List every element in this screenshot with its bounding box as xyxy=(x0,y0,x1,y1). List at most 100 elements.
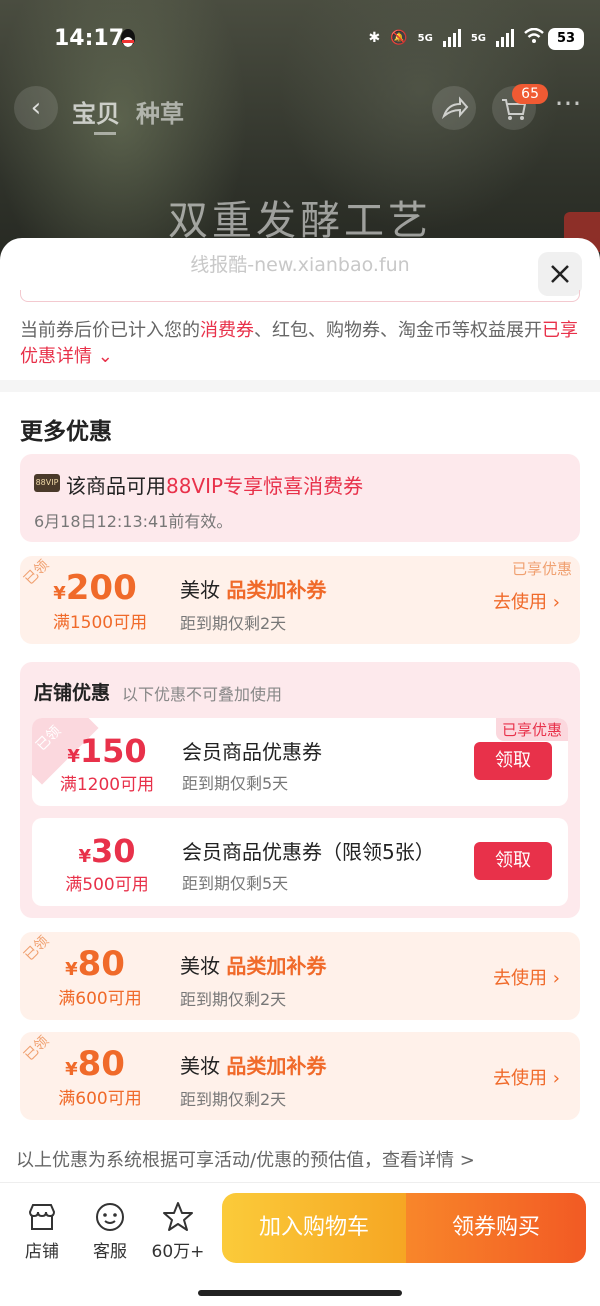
status-bar: 14:17 ✱ 🔕 5G 5G 53 xyxy=(0,22,600,58)
amount-value: 30 xyxy=(91,832,136,870)
coupon-amount: ¥200 xyxy=(20,568,170,608)
cart-badge: 65 xyxy=(512,84,548,104)
wifi-icon xyxy=(524,27,544,48)
price-notice: 当前券后价已计入您的消费券、红包、购物券、淘金币等权益展开已享优惠详情 ⌄ xyxy=(20,318,580,370)
coupon-condition: 满500可用 xyxy=(65,875,149,895)
category-coupon-card[interactable]: 已领 已享优惠 ¥200 满1500可用 美妆 品类加补券 距到期仅剩2天 去使… xyxy=(20,556,580,644)
vip-badge-icon: 88VIP xyxy=(34,474,60,492)
coupon-name-accent: 品类加补券 xyxy=(226,1054,327,1078)
category-coupon-card[interactable]: 已领 ¥80 满600可用 美妆 品类加补券 距到期仅剩2天 去使用 › xyxy=(20,1032,580,1120)
section-divider xyxy=(0,380,600,392)
tab-grass[interactable]: 种草 xyxy=(136,94,184,129)
coupon-expiry: 距到期仅剩2天 xyxy=(180,990,287,1009)
notice-text: 当前券后价已计入您的 xyxy=(20,320,200,341)
previous-card-edge xyxy=(20,290,580,302)
chevron-left-icon: ‹ xyxy=(30,93,42,123)
signal-icon xyxy=(442,29,461,47)
chevron-right-icon: › xyxy=(552,968,560,989)
tab-item[interactable]: 宝贝 xyxy=(72,94,120,135)
coupon-sheet: 线报酷-new.xianbao.fun 当前券后价已计入您的消费券、红包、购物券… xyxy=(0,238,600,1306)
coupon-expiry: 距到期仅剩5天 xyxy=(182,774,289,793)
customer-service-button[interactable]: 客服 xyxy=(80,1199,140,1262)
status-time: 14:17 xyxy=(54,26,125,51)
yen-symbol: ¥ xyxy=(65,1059,78,1080)
home-indicator xyxy=(198,1290,402,1296)
signal-icon-2 xyxy=(496,29,514,47)
coupon-condition: 满1200可用 xyxy=(59,775,155,795)
coupon-name: 会员商品优惠券 xyxy=(182,740,322,764)
back-button[interactable]: ‹ xyxy=(14,86,58,130)
coupon-amount: ¥80 xyxy=(20,944,170,984)
coupon-amount: ¥150 xyxy=(32,732,182,770)
vip-title-highlight: 88VIP专享惊喜消费券 xyxy=(166,474,364,498)
member-coupon-card[interactable]: 已领 已享优惠 ¥150 满1200可用 会员商品优惠券 距到期仅剩5天 领取 xyxy=(32,718,568,806)
use-label: 去使用 xyxy=(493,1068,548,1089)
signal-5g-label: 5G xyxy=(417,32,433,44)
chevron-right-icon: › xyxy=(552,1068,560,1089)
claim-button[interactable]: 领取 xyxy=(474,842,552,880)
coupon-name: 美妆 品类加补券 xyxy=(180,1050,326,1079)
chevron-down-icon: ⌄ xyxy=(97,346,113,367)
vip-title-prefix: 该商品可用 xyxy=(66,474,166,498)
favorite-count: 60万+ xyxy=(151,1242,205,1262)
claim-button[interactable]: 领取 xyxy=(474,742,552,780)
section-title: 更多优惠 xyxy=(20,419,112,445)
favorite-button[interactable]: 60万+ xyxy=(148,1199,208,1262)
use-coupon-button[interactable]: 去使用 › xyxy=(493,1064,560,1090)
vip-expiry: 6月18日12:13:41前有效。 xyxy=(34,512,233,531)
coupon-name-accent: 品类加补券 xyxy=(226,954,327,978)
share-button[interactable] xyxy=(432,86,476,130)
signal-5g-label-2: 5G xyxy=(470,32,486,44)
bluetooth-icon: ✱ xyxy=(368,30,381,46)
store-discounts: 店铺优惠 以下优惠不可叠加使用 已领 已享优惠 ¥150 满1200可用 会员商… xyxy=(20,662,580,918)
notice-text-2: 、红包、购物券、淘金币等权益展开 xyxy=(254,320,542,341)
coupon-name-prefix: 美妆 xyxy=(180,1054,220,1078)
amount-value: 80 xyxy=(77,1044,125,1084)
use-coupon-button[interactable]: 去使用 › xyxy=(493,964,560,990)
member-coupon-card-limited[interactable]: ¥30 满500可用 会员商品优惠券（限领5张） 距到期仅剩5天 领取 xyxy=(32,818,568,906)
amount-value: 80 xyxy=(77,944,125,984)
more-icon: ··· xyxy=(554,87,582,120)
claim-and-buy-button[interactable]: 领券购买 xyxy=(406,1193,586,1263)
coupon-name-prefix: 美妆 xyxy=(180,578,220,602)
yen-symbol: ¥ xyxy=(65,959,78,980)
service-label: 客服 xyxy=(93,1242,127,1262)
amount-value: 150 xyxy=(79,732,147,770)
use-coupon-button[interactable]: 去使用 › xyxy=(493,588,560,614)
coupon-amount: ¥80 xyxy=(20,1044,170,1084)
category-coupon-card[interactable]: 已领 ¥80 满600可用 美妆 品类加补券 距到期仅剩2天 去使用 › xyxy=(20,932,580,1020)
status-icons: ✱ 🔕 5G 5G xyxy=(368,27,544,48)
yen-symbol: ¥ xyxy=(78,846,91,867)
store-title: 店铺优惠 xyxy=(34,678,110,705)
coupon-name: 美妆 品类加补券 xyxy=(180,950,326,979)
add-to-cart-button[interactable]: 加入购物车 xyxy=(222,1193,406,1263)
mute-icon: 🔕 xyxy=(390,30,408,46)
vip-coupon-card[interactable]: 88VIP 该商品可用88VIP专享惊喜消费券 6月18日12:13:41前有效… xyxy=(20,454,580,542)
coupon-condition: 满600可用 xyxy=(58,989,142,1009)
enjoyed-label: 已享优惠 xyxy=(511,560,572,578)
service-icon xyxy=(96,1203,124,1231)
battery-indicator: 53 xyxy=(548,28,584,50)
store-note: 以下优惠不可叠加使用 xyxy=(122,685,283,704)
star-icon xyxy=(163,1202,193,1231)
coupon-name: 会员商品优惠券（限领5张） xyxy=(182,840,435,864)
qq-icon xyxy=(121,29,135,47)
coupon-name: 美妆 品类加补券 xyxy=(180,574,326,603)
coupon-expiry: 距到期仅剩5天 xyxy=(182,874,289,893)
store-button[interactable]: 店铺 xyxy=(12,1199,72,1262)
estimate-details-link[interactable]: 以上优惠为系统根据可享活动/优惠的预估值，查看详情 > xyxy=(16,1146,475,1172)
watermark: 线报酷-new.xianbao.fun xyxy=(190,254,410,276)
close-icon xyxy=(551,265,569,283)
more-button[interactable]: ··· xyxy=(546,86,590,130)
coupon-name-prefix: 美妆 xyxy=(180,954,220,978)
chevron-right-icon: › xyxy=(552,592,560,613)
amount-value: 200 xyxy=(65,568,137,608)
coupon-condition: 满1500可用 xyxy=(52,613,148,633)
notice-highlight: 消费券 xyxy=(200,320,254,341)
store-label: 店铺 xyxy=(25,1242,59,1262)
coupon-name-accent: 品类加补券 xyxy=(226,578,327,602)
coupon-expiry: 距到期仅剩2天 xyxy=(180,1090,287,1109)
enjoyed-label: 已享优惠 xyxy=(495,718,568,741)
bottom-action-bar: 店铺 客服 60万+ 加入购物车 领券购买 xyxy=(0,1182,600,1306)
coupon-condition: 满600可用 xyxy=(58,1089,142,1109)
